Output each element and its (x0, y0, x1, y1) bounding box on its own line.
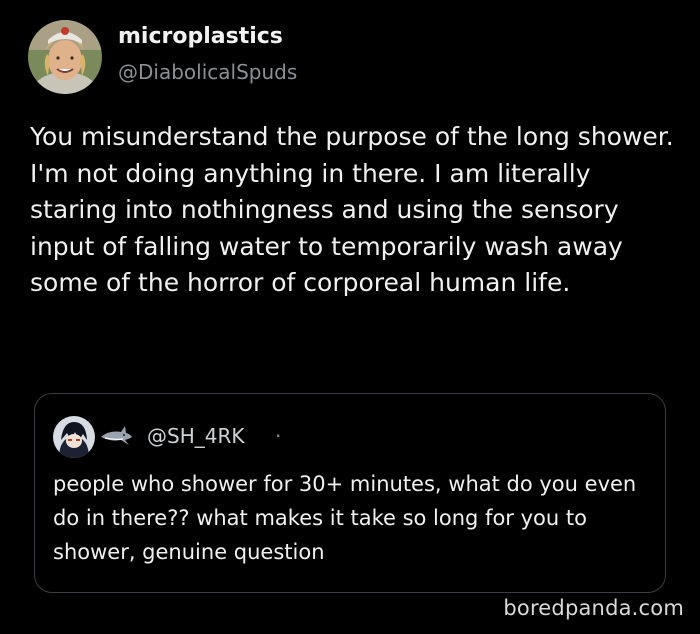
display-name[interactable]: microplastics (118, 24, 283, 49)
quoted-user-avatar[interactable] (53, 416, 95, 458)
tweet-text: You misunderstand the purpose of the lon… (30, 122, 674, 297)
user-avatar[interactable] (28, 20, 102, 94)
user-handle[interactable]: @DiabolicalSpuds (118, 60, 297, 84)
watermark: boredpanda.com (503, 596, 684, 620)
quoted-tweet-text: people who shower for 30+ minutes, what … (53, 472, 637, 564)
user-avatar-icon (28, 20, 102, 94)
shark-icon (101, 426, 132, 445)
quoted-tweet-card[interactable]: @SH_4RK · people who shower for 30+ minu… (34, 393, 666, 593)
quote-separator: · (275, 424, 282, 448)
quoted-user-handle[interactable]: @SH_4RK (147, 424, 244, 448)
tweet: microplastics @DiabolicalSpuds You misun… (0, 0, 700, 634)
anime-avatar-icon (53, 416, 95, 458)
